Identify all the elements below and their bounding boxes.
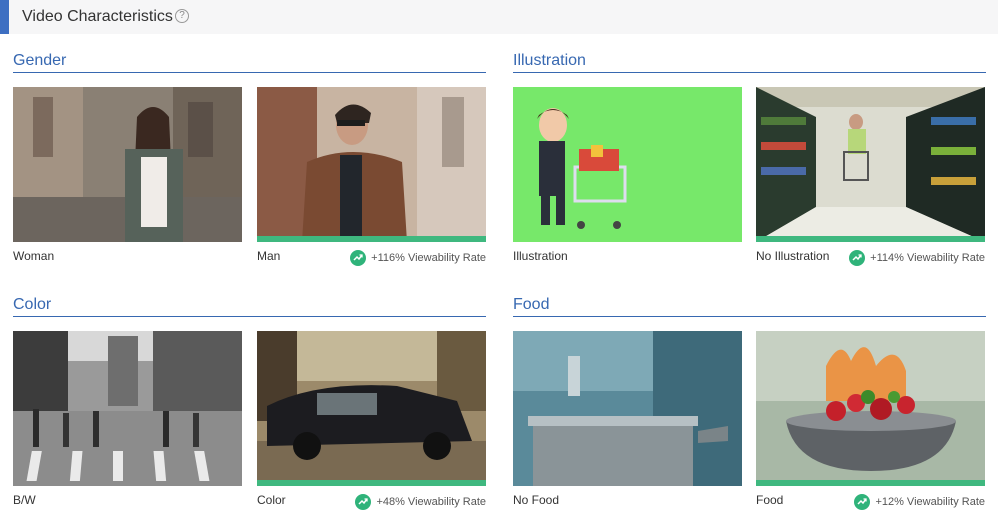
- header-accent-bar: [0, 0, 9, 34]
- trending-up-icon: [854, 494, 871, 510]
- card-label: Food: [756, 493, 784, 507]
- card-label: Illustration: [513, 249, 568, 263]
- section-gender: Gender Woman Man +116% Viewability Rate: [13, 52, 486, 272]
- page-header: Video Characteristics ?: [0, 0, 998, 34]
- video-thumbnail[interactable]: [756, 331, 985, 486]
- video-thumbnail[interactable]: [257, 87, 486, 242]
- card-label: Man: [257, 249, 281, 263]
- section-color: Color B/W Color +48% Viewability Rate: [13, 296, 486, 516]
- viewability-rate: +12% Viewability Rate: [854, 494, 985, 510]
- section-title: Gender: [13, 52, 67, 69]
- card-label: No Food: [513, 493, 560, 507]
- trending-up-icon: [849, 250, 866, 266]
- video-thumbnail[interactable]: [513, 331, 742, 486]
- viewability-rate: +114% Viewability Rate: [849, 250, 985, 266]
- viewability-rate: +116% Viewability Rate: [350, 250, 486, 266]
- section-food: Food No Food Food +12% Viewability Rate: [513, 296, 986, 516]
- video-thumbnail[interactable]: [513, 87, 742, 242]
- help-question-icon[interactable]: ?: [175, 9, 189, 23]
- card-label: No Illustration: [756, 249, 830, 263]
- section-title: Illustration: [513, 52, 586, 69]
- card-label: B/W: [13, 493, 36, 507]
- section-divider: [13, 316, 486, 317]
- section-title: Food: [513, 296, 550, 313]
- viewability-rate: +48% Viewability Rate: [355, 494, 486, 510]
- video-thumbnail[interactable]: [756, 87, 985, 242]
- section-title: Color: [13, 296, 52, 313]
- winner-bar: [257, 480, 486, 486]
- video-thumbnail[interactable]: [13, 331, 242, 486]
- rate-text: +12% Viewability Rate: [875, 496, 985, 508]
- section-illustration: Illustration Illustration No Illustratio…: [513, 52, 986, 272]
- section-divider: [513, 72, 986, 73]
- page-title: Video Characteristics: [22, 8, 173, 25]
- rate-text: +116% Viewability Rate: [371, 252, 486, 264]
- winner-bar: [756, 236, 985, 242]
- card-label: Color: [257, 493, 286, 507]
- rate-text: +48% Viewability Rate: [376, 496, 486, 508]
- video-thumbnail[interactable]: [257, 331, 486, 486]
- video-thumbnail[interactable]: [13, 87, 242, 242]
- winner-bar: [257, 236, 486, 242]
- trending-up-icon: [355, 494, 372, 510]
- trending-up-icon: [350, 250, 367, 266]
- card-label: Woman: [13, 249, 55, 263]
- rate-text: +114% Viewability Rate: [870, 252, 985, 264]
- winner-bar: [756, 480, 985, 486]
- section-divider: [13, 72, 486, 73]
- section-divider: [513, 316, 986, 317]
